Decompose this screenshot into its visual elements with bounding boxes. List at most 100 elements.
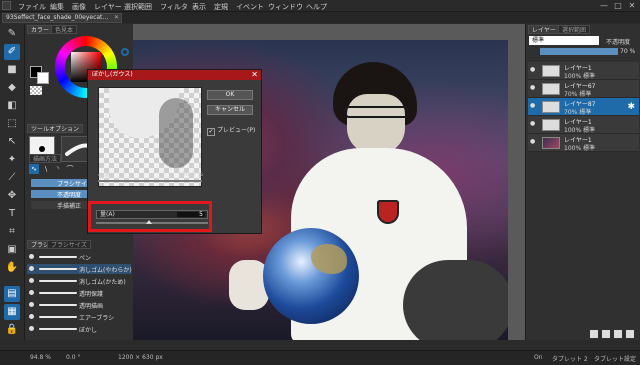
- draw-mode-polyline-icon[interactable]: ⌒: [65, 164, 75, 174]
- opacity-label: 不透明度: [606, 39, 631, 46]
- lasso-icon[interactable]: ↖: [4, 134, 20, 150]
- layer-opacity-slider[interactable]: [540, 48, 618, 55]
- draw-mode-freehand-icon[interactable]: ∿: [29, 164, 39, 174]
- eraser-icon[interactable]: ✐: [4, 44, 20, 60]
- canvas-size-readout: 1200 × 630 px: [118, 354, 163, 361]
- transparent-color-swatch[interactable]: [30, 86, 42, 95]
- brush-stroke-icon: [39, 268, 77, 270]
- highlight-box: [88, 201, 212, 232]
- brush-item[interactable]: ペン: [27, 252, 131, 262]
- sub-color-swatch[interactable]: [37, 72, 49, 84]
- tab-brush-size[interactable]: ブラシサイズ: [47, 240, 91, 249]
- draw-mode-line-icon[interactable]: \: [41, 164, 51, 174]
- color-option-icon[interactable]: [121, 48, 129, 56]
- brush-dot-icon: [29, 314, 34, 319]
- menu-image[interactable]: 画像: [72, 2, 86, 12]
- eye-icon[interactable]: ●: [530, 85, 536, 91]
- tablet-status: タブレット 2: [552, 356, 588, 363]
- layer-row[interactable]: ● レイヤー1 100% 標準: [528, 116, 639, 134]
- character-arm: [403, 260, 508, 340]
- menu-edit[interactable]: 編集: [50, 2, 64, 12]
- brush-item[interactable]: 透明描画: [27, 300, 131, 310]
- close-icon[interactable]: ✕: [251, 70, 258, 80]
- square-icon[interactable]: ■: [4, 62, 20, 78]
- layer-opacity-value: 70 %: [620, 48, 636, 55]
- tablet-settings-button[interactable]: タブレット設定: [594, 354, 636, 363]
- opacity-label: 不透明度: [57, 192, 82, 199]
- maximize-button[interactable]: □: [612, 1, 624, 10]
- dialog-titlebar: ぼかし(ガウス) ✕: [88, 70, 261, 80]
- menu-view[interactable]: 表示: [192, 2, 206, 12]
- crop-icon[interactable]: ⌗: [4, 224, 20, 240]
- eye-icon[interactable]: ●: [530, 67, 536, 73]
- menu-filter[interactable]: フィルタ: [160, 2, 188, 12]
- menu-file[interactable]: ファイル: [18, 2, 46, 12]
- menu-layer[interactable]: レイヤー: [94, 2, 122, 12]
- app-icon[interactable]: [2, 1, 11, 10]
- move-icon[interactable]: ✥: [4, 188, 20, 204]
- text-icon[interactable]: T: [4, 206, 20, 222]
- tool-option-title: ツールオプション: [27, 124, 84, 133]
- document-tab-title: 93Seffect_face_shade_00eyecat…: [6, 14, 109, 21]
- select-icon[interactable]: ⬚: [4, 116, 20, 132]
- brush-item[interactable]: エアーブラシ: [27, 312, 131, 322]
- layer-row[interactable]: ● レイヤー1 100% 標準: [528, 62, 639, 80]
- fill-icon[interactable]: ◆: [4, 80, 20, 96]
- tab-selection[interactable]: 選択範囲: [558, 25, 591, 34]
- zoom-slider[interactable]: [98, 180, 202, 182]
- brush-item[interactable]: ぼかし: [27, 324, 131, 334]
- hand-icon[interactable]: ✋: [4, 260, 20, 276]
- tab-swatches[interactable]: 色見本: [51, 25, 78, 34]
- brush-item[interactable]: 消しゴム(かため): [27, 276, 131, 286]
- brush-dot-icon: [29, 326, 34, 331]
- copy-layer-icon[interactable]: [602, 330, 610, 338]
- view-icon[interactable]: ▦: [4, 304, 20, 320]
- brush-item[interactable]: 透明保護: [27, 288, 131, 298]
- merge-layer-icon[interactable]: [614, 330, 622, 338]
- new-layer-icon[interactable]: [590, 330, 598, 338]
- transform-icon[interactable]: ▣: [4, 242, 20, 258]
- menu-help[interactable]: ヘルプ: [306, 2, 327, 12]
- brush-stroke-icon: [39, 328, 77, 330]
- minimize-button[interactable]: —: [598, 1, 610, 10]
- brush-dot-icon: [29, 278, 34, 283]
- checkbox-icon: ✓: [207, 128, 215, 136]
- gear-icon[interactable]: ✱: [627, 102, 635, 112]
- lock-icon[interactable]: 🔒: [4, 322, 20, 338]
- blend-mode-select[interactable]: 標準: [529, 36, 599, 45]
- menu-event[interactable]: イベント: [236, 2, 264, 12]
- brush-dot-icon: [29, 290, 34, 295]
- eye-icon[interactable]: ●: [530, 139, 536, 145]
- brush-item[interactable]: 消しゴム(やわらか): [27, 264, 132, 274]
- layer-row[interactable]: ● レイヤー67 70% 標準: [528, 80, 639, 98]
- menu-selection[interactable]: 選択範囲: [124, 2, 152, 12]
- layer-row[interactable]: ● レイヤー1 100% 標準: [528, 134, 639, 152]
- close-icon[interactable]: ✕: [114, 14, 119, 22]
- wand-icon[interactable]: ✦: [4, 152, 20, 168]
- eye-icon[interactable]: ●: [530, 121, 536, 127]
- close-window-button[interactable]: ✕: [626, 1, 638, 10]
- eye-icon[interactable]: ●: [530, 103, 536, 109]
- menu-ruler[interactable]: 定規: [214, 2, 228, 12]
- draw-mode-curve-icon[interactable]: ◝: [53, 164, 63, 174]
- menu-window[interactable]: ウィンドウ: [268, 2, 303, 12]
- zoom-label: 倍率: [98, 173, 111, 180]
- layer-row-selected[interactable]: ● レイヤー87 70% 標準 ✱: [528, 98, 639, 116]
- eyedropper-icon[interactable]: ⟋: [4, 170, 20, 186]
- earth-globe: [263, 228, 359, 324]
- stabilizer-label: 手描補正: [57, 203, 82, 210]
- layer-icon[interactable]: ▤: [4, 286, 20, 302]
- zoom-readout: 94.8 %: [30, 354, 51, 361]
- pen-icon[interactable]: ✎: [4, 26, 20, 42]
- preview-checkbox[interactable]: ✓ プレビュー(P): [207, 125, 255, 136]
- brush-stroke-icon: [39, 292, 77, 294]
- tab-color[interactable]: カラー: [27, 25, 54, 34]
- menubar: ファイル 編集 画像 レイヤー 選択範囲 フィルタ 表示 定規 イベント ウィン…: [0, 0, 640, 12]
- tab-layer[interactable]: レイヤー: [528, 25, 560, 34]
- document-tab[interactable]: 93Seffect_face_shade_00eyecat… ✕: [2, 13, 122, 23]
- cancel-button[interactable]: キャンセル: [207, 105, 253, 115]
- gradient-icon[interactable]: ◧: [4, 98, 20, 114]
- document-tabbar: 93Seffect_face_shade_00eyecat… ✕: [0, 12, 640, 23]
- ok-button[interactable]: OK: [207, 90, 253, 100]
- delete-layer-icon[interactable]: [626, 330, 634, 338]
